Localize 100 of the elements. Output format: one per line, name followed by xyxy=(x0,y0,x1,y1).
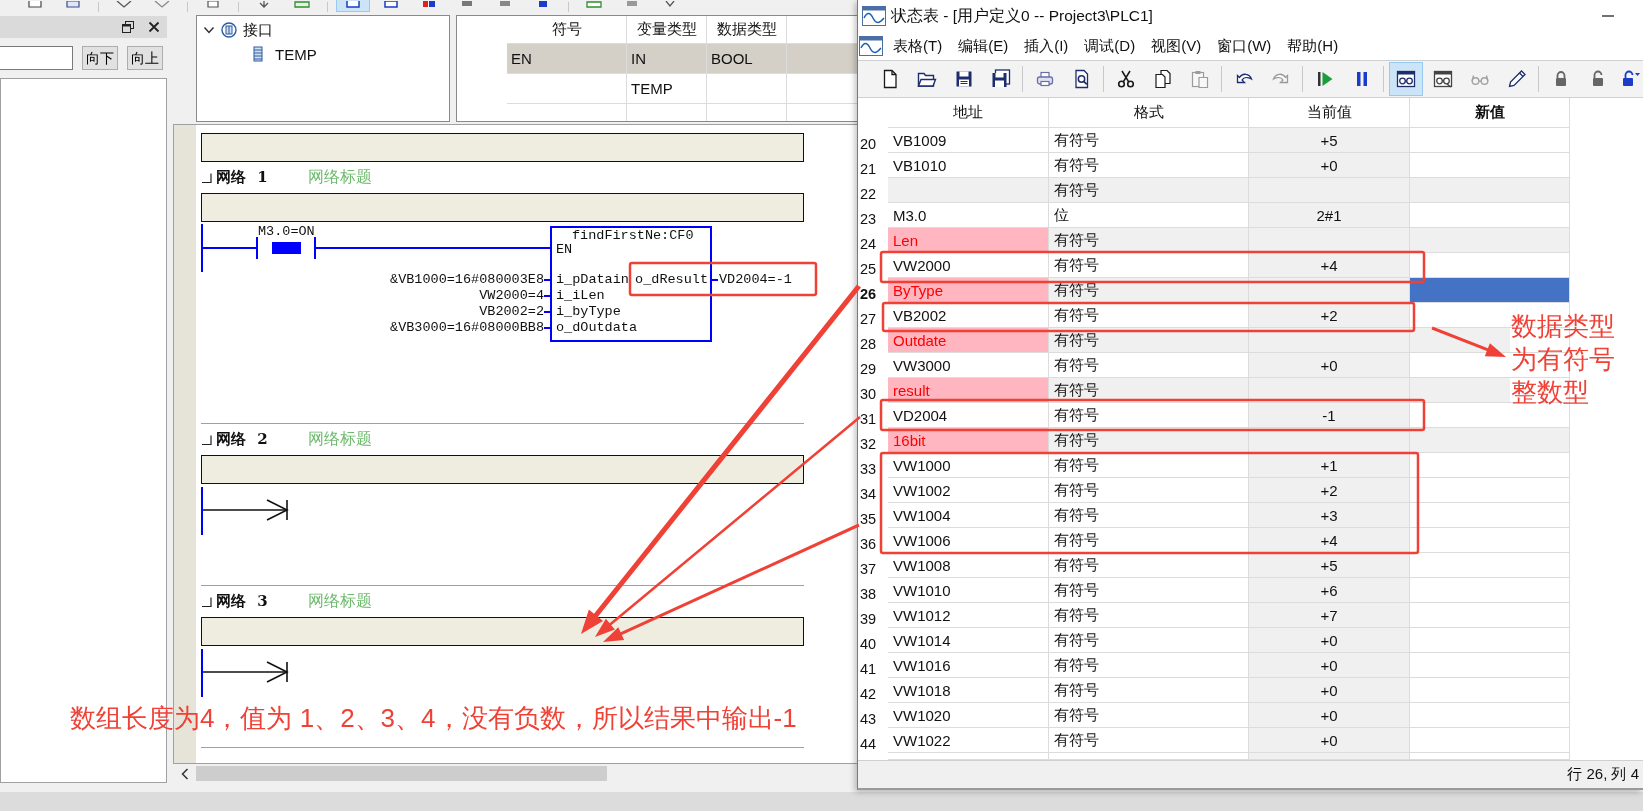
wire xyxy=(544,311,550,313)
search-field[interactable] xyxy=(0,46,73,70)
tree-item[interactable]: TEMP xyxy=(197,42,317,66)
collapse-icon[interactable] xyxy=(201,595,213,608)
new-value-field[interactable] xyxy=(1410,178,1569,202)
floppy-disks-icon xyxy=(990,69,1011,89)
comment-field[interactable] xyxy=(201,617,804,646)
table-cell[interactable]: VW1002 xyxy=(888,478,1049,503)
table-cell[interactable]: 有符号 xyxy=(1049,628,1249,653)
table-cell[interactable]: 有符号 xyxy=(1049,553,1249,578)
new-value-field[interactable] xyxy=(1410,378,1510,402)
row-number: 24 xyxy=(859,235,878,253)
row-number: 44 xyxy=(859,735,878,753)
table-cell[interactable] xyxy=(888,178,1049,203)
tree-item[interactable]: 接口 xyxy=(197,18,273,42)
function-block[interactable]: findFirstNe:CF0 EN i_pDatain o_dResult i_iLen i_byType o_dOutdata xyxy=(550,226,712,342)
menu-item[interactable]: 表格(T) xyxy=(885,36,951,56)
table-cell: +2 xyxy=(1249,478,1410,503)
comment-field[interactable] xyxy=(201,133,804,162)
table-cell[interactable]: VW1010 xyxy=(888,578,1049,603)
table-cell[interactable]: VB1009 xyxy=(888,128,1049,153)
table-cell[interactable]: VW1012 xyxy=(888,603,1049,628)
toolbar-icon xyxy=(64,1,82,8)
column-header[interactable]: 格式 xyxy=(1049,98,1249,128)
caret-left-icon xyxy=(180,767,189,780)
copy-icon xyxy=(1152,69,1173,89)
comment-field[interactable] xyxy=(201,455,804,484)
operand-label: VW2000=4 xyxy=(479,288,544,304)
collapse-icon[interactable] xyxy=(201,433,213,446)
menu-item[interactable]: 窗口(W) xyxy=(1209,36,1280,56)
minimize-icon xyxy=(1602,15,1614,17)
menu-item[interactable]: 视图(V) xyxy=(1143,36,1210,56)
row-number: 31 xyxy=(859,410,878,428)
wire xyxy=(544,279,550,281)
scrollbar-thumb[interactable] xyxy=(196,766,607,781)
network-label: 网络 3 xyxy=(216,592,268,611)
table-cell[interactable]: VW1022 xyxy=(888,728,1049,753)
comment-field[interactable] xyxy=(201,193,804,222)
table-cell[interactable]: VW1020 xyxy=(888,703,1049,728)
search-button[interactable]: 向上 xyxy=(127,46,163,70)
table-cell: +5 xyxy=(1249,128,1410,153)
row-number: 33 xyxy=(859,460,878,478)
table-cell[interactable]: 有符号 xyxy=(1049,578,1249,603)
pin-label: EN xyxy=(556,242,573,258)
close-icon xyxy=(148,21,160,33)
table-cell[interactable]: 有符号 xyxy=(1049,228,1249,253)
table-cell: BOOL xyxy=(707,44,787,74)
menu-item[interactable]: 帮助(H) xyxy=(1279,36,1347,56)
new-value-field[interactable] xyxy=(1410,328,1510,352)
search-button[interactable]: 向下 xyxy=(82,46,118,70)
table-cell[interactable]: 有符号 xyxy=(1049,603,1249,628)
table-cell[interactable]: VW1000 xyxy=(888,453,1049,478)
table-cell[interactable]: 有符号 xyxy=(1049,728,1249,753)
table-cell[interactable]: VW1006 xyxy=(888,528,1049,553)
row-number: 28 xyxy=(859,335,878,353)
operand-label: &VB3000=16#08000BB8 xyxy=(390,320,544,336)
table-row[interactable]: EN IN BOOL xyxy=(457,44,857,74)
restore-button[interactable] xyxy=(121,20,135,34)
table-cell[interactable]: VW1018 xyxy=(888,678,1049,703)
table-cell[interactable]: 有符号 xyxy=(1049,678,1249,703)
pin-label: o_dResult xyxy=(635,272,708,288)
table-cell[interactable]: 有符号 xyxy=(1049,503,1249,528)
contact-symbol[interactable] xyxy=(256,237,316,259)
restore-icon xyxy=(122,21,134,33)
table-row[interactable]: TEMP xyxy=(457,74,857,104)
menu-item[interactable]: 调试(D) xyxy=(1076,36,1144,56)
row-number: 39 xyxy=(859,610,878,628)
row-number: 40 xyxy=(859,635,878,653)
table-cell[interactable]: 有符号 xyxy=(1049,328,1249,353)
table-cell[interactable]: VW1004 xyxy=(888,503,1049,528)
toolbar-icon xyxy=(344,1,362,8)
menu-item[interactable]: 插入(I) xyxy=(1016,36,1077,56)
table-cell[interactable]: 有符号 xyxy=(1049,703,1249,728)
printer-icon xyxy=(1034,69,1055,89)
new-value-field[interactable] xyxy=(1410,428,1569,452)
table-cell[interactable]: VW1014 xyxy=(888,628,1049,653)
table-cell: +0 xyxy=(1249,653,1410,678)
table-cell[interactable]: 有符号 xyxy=(1049,128,1249,153)
row-number: 38 xyxy=(859,585,878,603)
toolbar-button[interactable] xyxy=(1388,62,1423,96)
row-number: 32 xyxy=(859,435,878,453)
table-cell[interactable]: 有符号 xyxy=(1049,178,1249,203)
table-cell[interactable]: 有符号 xyxy=(1049,453,1249,478)
table-cell[interactable]: 有符号 xyxy=(1049,653,1249,678)
table-cell: TEMP xyxy=(627,74,707,104)
table-cell[interactable]: 有符号 xyxy=(1049,478,1249,503)
collapse-icon[interactable] xyxy=(201,171,213,184)
table-cell[interactable]: VW1008 xyxy=(888,553,1049,578)
new-value-field[interactable] xyxy=(1410,228,1569,252)
row-number: 43 xyxy=(859,710,878,728)
table-cell[interactable]: VW1016 xyxy=(888,653,1049,678)
row-number: 21 xyxy=(859,160,878,178)
table-cell[interactable]: 有符号 xyxy=(1049,378,1249,403)
table-cell: +7 xyxy=(1249,603,1410,628)
menu-item[interactable]: 编辑(E) xyxy=(950,36,1017,56)
close-button[interactable] xyxy=(147,20,161,34)
table-cell: +0 xyxy=(1249,153,1410,178)
block-title: findFirstNe:CF0 xyxy=(572,228,694,244)
column-header[interactable]: 地址 xyxy=(888,98,1049,128)
new-value-field[interactable] xyxy=(1410,278,1569,302)
